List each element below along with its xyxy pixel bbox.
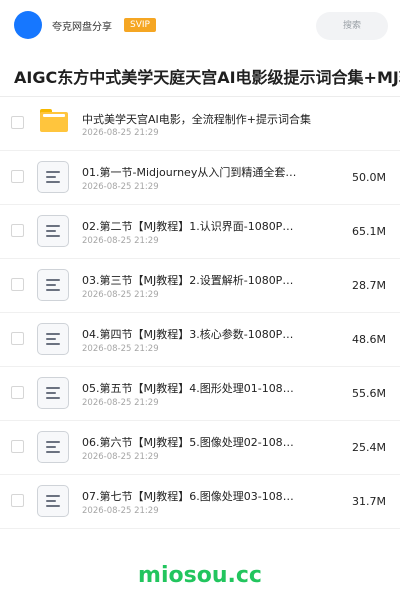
- document-icon: [37, 323, 69, 355]
- file-date: 2026-08-25 21:29: [82, 182, 159, 192]
- document-icon: [37, 161, 69, 193]
- file-row[interactable]: 05.第五节【MJ教程】4.图形处理01-1080… 2026-08-25 21…: [0, 367, 400, 421]
- file-row[interactable]: 04.第四节【MJ教程】3.核心参数-1080P高… 2026-08-25 21…: [0, 313, 400, 367]
- search-input[interactable]: [316, 12, 388, 40]
- file-row[interactable]: 03.第三节【MJ教程】2.设置解析-1080P高… 2026-08-25 21…: [0, 259, 400, 313]
- file-name[interactable]: 07.第七节【MJ教程】6.图像处理03-1080…: [82, 488, 298, 504]
- file-list: 中式美学天宫AI电影，全流程制作+提示词合集 2026-08-25 21:29 …: [0, 97, 400, 529]
- folder-date: 2026-08-25 21:29: [82, 128, 159, 138]
- file-name[interactable]: 04.第四节【MJ教程】3.核心参数-1080P高…: [82, 326, 298, 342]
- file-name[interactable]: 02.第二节【MJ教程】1.认识界面-1080P高…: [82, 218, 298, 234]
- select-checkbox[interactable]: [11, 116, 24, 129]
- file-row[interactable]: 07.第七节【MJ教程】6.图像处理03-1080… 2026-08-25 21…: [0, 475, 400, 529]
- file-size: 25.4M: [352, 441, 386, 454]
- user-name[interactable]: 夸克网盘分享: [52, 18, 112, 33]
- file-date: 2026-08-25 21:29: [82, 506, 159, 516]
- header: 夸克网盘分享 SVIP: [0, 0, 400, 54]
- file-size: 48.6M: [352, 333, 386, 346]
- file-size: 50.0M: [352, 171, 386, 184]
- select-checkbox[interactable]: [11, 224, 24, 237]
- file-date: 2026-08-25 21:29: [82, 398, 159, 408]
- file-size: 65.1M: [352, 225, 386, 238]
- file-name[interactable]: 05.第五节【MJ教程】4.图形处理01-1080…: [82, 380, 298, 396]
- page-title: AIGC东方中式美学天庭天宫AI电影级提示词合集+MJ软件实操: [14, 68, 400, 87]
- document-icon: [37, 377, 69, 409]
- document-icon: [37, 215, 69, 247]
- file-name[interactable]: 01.第一节-Midjourney从入门到精通全套…: [82, 164, 298, 180]
- share-page: 夸克网盘分享 SVIP AIGC东方中式美学天庭天宫AI电影级提示词合集+MJ软…: [0, 0, 400, 600]
- folder-icon: [40, 109, 68, 132]
- file-row[interactable]: 06.第六节【MJ教程】5.图像处理02-1080… 2026-08-25 21…: [0, 421, 400, 475]
- file-date: 2026-08-25 21:29: [82, 236, 159, 246]
- file-name[interactable]: 06.第六节【MJ教程】5.图像处理02-1080…: [82, 434, 298, 450]
- file-date: 2026-08-25 21:29: [82, 344, 159, 354]
- select-checkbox[interactable]: [11, 386, 24, 399]
- select-checkbox[interactable]: [11, 494, 24, 507]
- file-name[interactable]: 03.第三节【MJ教程】2.设置解析-1080P高…: [82, 272, 298, 288]
- folder-name[interactable]: 中式美学天宫AI电影，全流程制作+提示词合集: [82, 111, 332, 127]
- watermark: miosou.cc: [138, 563, 262, 588]
- folder-row[interactable]: 中式美学天宫AI电影，全流程制作+提示词合集 2026-08-25 21:29: [0, 97, 400, 151]
- file-date: 2026-08-25 21:29: [82, 290, 159, 300]
- document-icon: [37, 485, 69, 517]
- svip-badge: SVIP: [124, 18, 156, 32]
- select-checkbox[interactable]: [11, 278, 24, 291]
- file-row[interactable]: 01.第一节-Midjourney从入门到精通全套… 2026-08-25 21…: [0, 151, 400, 205]
- file-size: 55.6M: [352, 387, 386, 400]
- file-size: 31.7M: [352, 495, 386, 508]
- document-icon: [37, 269, 69, 301]
- file-date: 2026-08-25 21:29: [82, 452, 159, 462]
- select-checkbox[interactable]: [11, 170, 24, 183]
- document-icon: [37, 431, 69, 463]
- select-checkbox[interactable]: [11, 440, 24, 453]
- select-checkbox[interactable]: [11, 332, 24, 345]
- file-row[interactable]: 02.第二节【MJ教程】1.认识界面-1080P高… 2026-08-25 21…: [0, 205, 400, 259]
- file-size: 28.7M: [352, 279, 386, 292]
- avatar[interactable]: [14, 11, 42, 39]
